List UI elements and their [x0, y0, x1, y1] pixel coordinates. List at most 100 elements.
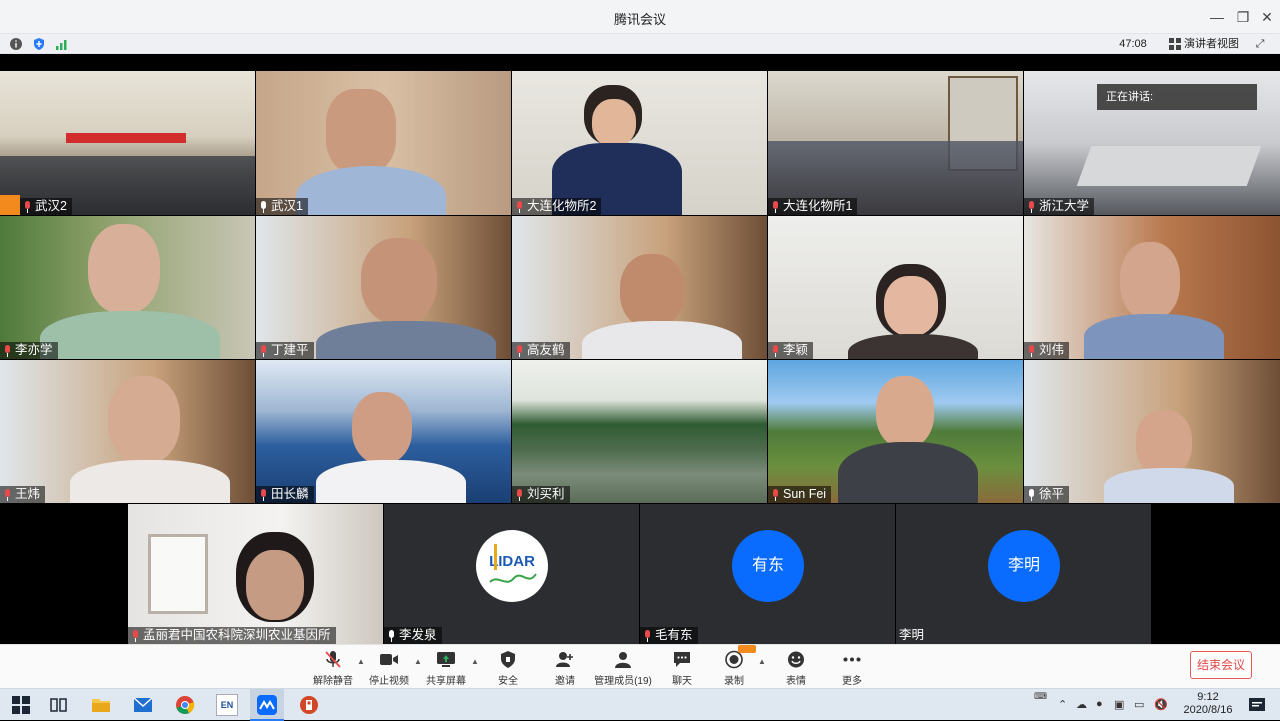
chrome-icon[interactable]: [174, 694, 196, 716]
mute-options-caret-icon[interactable]: ▲: [357, 657, 365, 666]
manage-members-button[interactable]: 管理成员(19): [594, 648, 652, 688]
video-tile[interactable]: 田长麟: [256, 360, 511, 503]
participant-name-tag: 武汉2: [20, 198, 72, 215]
add-user-icon: [556, 652, 573, 667]
video-tile[interactable]: 有东 毛有东: [640, 504, 895, 644]
video-tile[interactable]: 高友鹤: [512, 216, 767, 359]
battery-icon[interactable]: ▭: [1134, 698, 1144, 711]
chat-button[interactable]: 聊天: [662, 648, 702, 688]
shield-icon[interactable]: [32, 37, 46, 51]
fullscreen-icon[interactable]: ⤢: [1252, 36, 1268, 52]
meeting-timer: 47:08: [1119, 38, 1147, 50]
speaker-view-toggle[interactable]: 演讲者视图: [1184, 36, 1239, 52]
mic-muted-icon: [1027, 200, 1036, 213]
camera-icon: [380, 654, 398, 665]
unmute-button[interactable]: 解除静音: [312, 648, 354, 688]
title-bar: 腾讯会议 — ❐ ✕: [0, 0, 1280, 34]
grid-view-icon: [1169, 38, 1181, 50]
language-badge[interactable]: EN: [216, 694, 238, 716]
participant-name-tag: 刘伟: [1024, 342, 1070, 359]
reactions-button[interactable]: 表情: [776, 648, 816, 688]
video-tile[interactable]: Sun Fei: [768, 360, 1023, 503]
more-icon: [843, 657, 861, 662]
video-tile[interactable]: 大连化物所1: [768, 71, 1023, 215]
shield-icon: [501, 651, 515, 668]
microphone-tray-icon[interactable]: ●: [1096, 698, 1103, 710]
participant-name-tag: 丁建平: [256, 342, 314, 359]
windows-start-icon[interactable]: [10, 694, 32, 716]
video-tile[interactable]: 刘买利: [512, 360, 767, 503]
video-tile[interactable]: LIDAR 李发泉: [384, 504, 639, 644]
mic-muted-icon: [515, 488, 524, 501]
record-options-caret-icon[interactable]: ▲: [758, 657, 766, 666]
participant-name-tag: 大连化物所1: [768, 198, 858, 215]
video-tile[interactable]: 孟丽君中国农科院深圳农业基因所: [128, 504, 383, 644]
powerpoint-icon[interactable]: [298, 694, 320, 716]
speaking-indicator: 正在讲话:: [1097, 84, 1257, 110]
mail-icon[interactable]: [132, 694, 154, 716]
video-tile[interactable]: 武汉2: [0, 71, 255, 215]
mic-muted-icon: [515, 344, 524, 357]
video-grid: 武汉2 武汉1 大连化物所2 大连化物所1 浙江大学 李亦学 丁建平 高友鹤 李…: [0, 71, 1280, 644]
video-options-caret-icon[interactable]: ▲: [414, 657, 422, 666]
participant-name-tag: 李亦学: [0, 342, 58, 359]
volume-muted-icon[interactable]: 🔇: [1154, 698, 1168, 711]
info-icon[interactable]: [9, 37, 23, 51]
participant-name-tag: 徐平: [1024, 486, 1070, 503]
video-tile[interactable]: 李颖: [768, 216, 1023, 359]
participant-name-tag: 刘买利: [512, 486, 570, 503]
participant-name-tag: 王炜: [0, 486, 46, 503]
video-tile[interactable]: 李明 李明: [896, 504, 1151, 644]
invite-button[interactable]: 邀请: [545, 648, 585, 688]
participant-name-tag: 武汉1: [256, 198, 308, 215]
mic-muted-icon: [643, 629, 652, 642]
show-hidden-icons-icon[interactable]: ⌃: [1058, 698, 1067, 711]
restore-icon[interactable]: ❐: [1232, 6, 1254, 28]
share-options-caret-icon[interactable]: ▲: [471, 657, 479, 666]
mic-muted-icon: [771, 344, 780, 357]
mic-muted-icon: [259, 488, 268, 501]
mic-muted-icon: [515, 200, 524, 213]
meeting-info-bar: 47:08 演讲者视图 ⤢: [0, 34, 1280, 54]
mic-icon: [1027, 488, 1036, 501]
host-badge-icon: [0, 195, 20, 215]
security-button[interactable]: 安全: [488, 648, 528, 688]
video-tile[interactable]: 王炜: [0, 360, 255, 503]
taskbar-clock[interactable]: 9:12 2020/8/16: [1178, 691, 1238, 717]
record-button[interactable]: 录制: [714, 648, 754, 688]
cloud-icon[interactable]: ☁: [1076, 698, 1087, 711]
mic-muted-icon: [771, 200, 780, 213]
participant-name-tag: 大连化物所2: [512, 198, 602, 215]
video-tile[interactable]: 刘伟: [1024, 216, 1280, 359]
participant-name-tag: Sun Fei: [768, 486, 832, 503]
emoji-icon: [788, 651, 804, 668]
participant-name-tag: 李发泉: [384, 627, 442, 644]
participant-name-tag: 田长麟: [256, 486, 314, 503]
mic-muted-icon: [3, 488, 12, 501]
keyboard-tray-icon[interactable]: ⌨: [1034, 691, 1047, 702]
video-tile[interactable]: 武汉1: [256, 71, 511, 215]
mic-muted-icon: [259, 344, 268, 357]
file-explorer-icon[interactable]: [90, 694, 112, 716]
more-button[interactable]: 更多: [832, 648, 872, 688]
close-icon[interactable]: ✕: [1256, 6, 1278, 28]
network-icon[interactable]: ▣: [1114, 698, 1124, 711]
video-tile[interactable]: 丁建平: [256, 216, 511, 359]
tencent-meeting-icon[interactable]: [256, 694, 278, 716]
task-view-icon[interactable]: [48, 694, 70, 716]
participant-name-tag: 李明: [899, 628, 925, 642]
video-tile[interactable]: 大连化物所2: [512, 71, 767, 215]
avatar: 李明: [988, 530, 1060, 602]
video-tile[interactable]: 李亦学: [0, 216, 255, 359]
participant-name-tag: 毛有东: [640, 627, 698, 644]
end-meeting-button[interactable]: 结束会议: [1190, 651, 1252, 679]
signal-icon[interactable]: [55, 37, 69, 51]
mic-icon: [259, 200, 268, 213]
minimize-icon[interactable]: —: [1206, 6, 1228, 28]
stop-video-button[interactable]: 停止视频: [368, 648, 410, 688]
participant-name-tag: 高友鹤: [512, 342, 570, 359]
video-tile[interactable]: 徐平: [1024, 360, 1280, 503]
notification-center-icon[interactable]: [1246, 694, 1268, 716]
window-title: 腾讯会议: [613, 12, 666, 27]
share-screen-button[interactable]: 共享屏幕: [425, 648, 467, 688]
